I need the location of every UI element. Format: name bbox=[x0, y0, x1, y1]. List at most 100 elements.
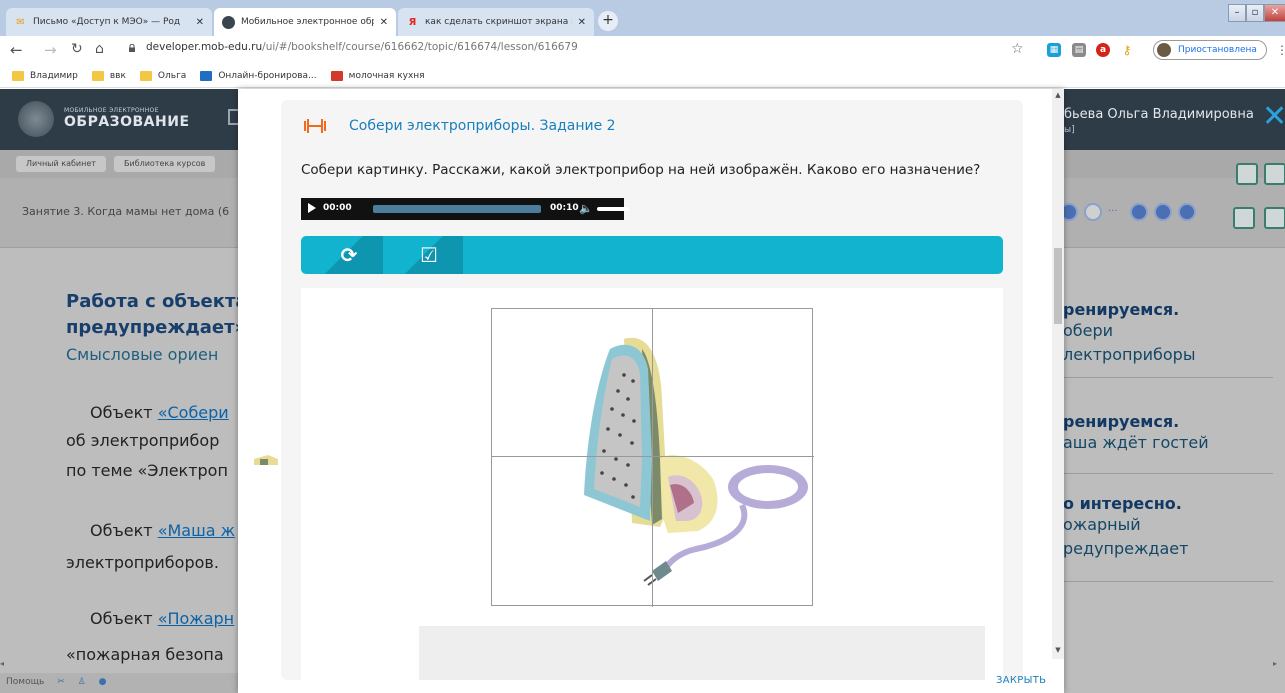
lesson-title[interactable]: Занятие 3. Когда мамы нет дома (6 bbox=[22, 205, 229, 218]
chat-icon[interactable] bbox=[1264, 207, 1285, 229]
list-item-subtitle: аша ждёт гостей bbox=[1063, 433, 1209, 452]
forward-arrow-icon[interactable]: → bbox=[44, 41, 57, 59]
breadcrumb-item[interactable]: Библиотека курсов bbox=[114, 156, 216, 172]
scroll-up-icon[interactable]: ▲ bbox=[1052, 91, 1064, 99]
bookmarks-bar: Владимир ввк Ольга Онлайн-бронирова... м… bbox=[0, 64, 1285, 88]
pieces-tray[interactable] bbox=[419, 626, 985, 680]
scroll-right-icon[interactable]: ▸ bbox=[1273, 659, 1283, 673]
browser-menu-icon[interactable]: ⋮ bbox=[1276, 43, 1285, 57]
user-icon[interactable]: ♙ bbox=[78, 677, 86, 687]
bookmark-item[interactable]: молочная кухня bbox=[330, 70, 425, 81]
lock-icon bbox=[129, 44, 135, 52]
tab-yandex-search[interactable]: Я как сделать скриншот экрана н ✕ bbox=[398, 8, 594, 36]
tab-mail[interactable]: ✉ Письмо «Доступ к МЭО» — Род ✕ bbox=[6, 8, 212, 36]
puzzle-grid-line bbox=[652, 309, 653, 607]
refresh-icon: ⟳ bbox=[340, 243, 358, 267]
page-dot[interactable] bbox=[1084, 203, 1102, 221]
site-logo-icon bbox=[18, 101, 54, 137]
scroll-thumb[interactable] bbox=[1054, 248, 1062, 324]
bookmark-item[interactable]: ввк bbox=[91, 70, 126, 81]
list-item[interactable]: о интересно. ожарный редупреждает bbox=[1063, 494, 1273, 582]
reload-icon[interactable]: ↻ bbox=[71, 41, 83, 57]
new-tab-button[interactable]: + bbox=[598, 11, 618, 31]
bookmark-item[interactable]: Онлайн-бронирова... bbox=[200, 70, 317, 81]
list-item[interactable]: ренируемся. обери лектроприборы bbox=[1063, 300, 1273, 378]
window-close-button[interactable]: ✕ bbox=[1264, 4, 1285, 22]
list-item-title: ренируемся. bbox=[1063, 300, 1180, 319]
url-input[interactable]: developer.mob-edu.ru/ui/#/bookshelf/cour… bbox=[146, 41, 578, 53]
page-dot[interactable] bbox=[1130, 203, 1148, 221]
object-link[interactable]: «Маша ж bbox=[158, 521, 235, 540]
close-icon[interactable]: ✕ bbox=[1262, 99, 1285, 134]
extension-icon[interactable]: ▤ bbox=[1072, 43, 1086, 57]
maximize-button[interactable]: ▫ bbox=[1246, 4, 1264, 22]
table-icon[interactable] bbox=[1233, 207, 1255, 229]
info-icon[interactable]: ● bbox=[99, 677, 107, 687]
tab-close-icon[interactable]: ✕ bbox=[578, 17, 586, 28]
list-item[interactable]: ренируемся. аша ждёт гостей bbox=[1063, 412, 1273, 474]
tab-mobile-education[interactable]: Мобильное электронное образ ✕ bbox=[214, 8, 396, 36]
extension-icon[interactable]: ▦ bbox=[1047, 43, 1061, 57]
brand-subtitle: МОБИЛЬНОЕ ЭЛЕКТРОННОЕ bbox=[64, 107, 159, 114]
back-arrow-icon[interactable]: ← bbox=[10, 41, 23, 59]
reset-button[interactable]: ⟳ bbox=[315, 236, 383, 274]
mail-favicon-icon: ✉ bbox=[16, 16, 25, 28]
volume-slider[interactable] bbox=[597, 207, 629, 211]
site-favicon-icon bbox=[222, 15, 235, 29]
brand-title: ОБРАЗОВАНИЕ bbox=[64, 114, 190, 130]
notes-icon[interactable] bbox=[1236, 163, 1258, 185]
puzzle-board[interactable] bbox=[491, 308, 814, 607]
tab-close-icon[interactable]: ✕ bbox=[196, 17, 204, 28]
folder-icon bbox=[139, 70, 152, 81]
bookmark-item[interactable]: Владимир bbox=[12, 70, 78, 81]
volume-icon[interactable]: 🔈 bbox=[579, 202, 593, 215]
page-last[interactable] bbox=[1178, 203, 1196, 221]
task-title: Собери электроприборы. Задание 2 bbox=[349, 118, 616, 134]
text: Объект bbox=[90, 403, 158, 422]
bookmark-item[interactable]: Ольга bbox=[139, 70, 186, 81]
object-link[interactable]: «Пожарн bbox=[158, 609, 234, 628]
play-icon[interactable] bbox=[308, 203, 316, 213]
breadcrumb-item[interactable]: Личный кабинет bbox=[16, 156, 106, 172]
puzzle-piece[interactable] bbox=[254, 453, 280, 465]
tools-icon[interactable]: ✂ bbox=[57, 677, 65, 687]
dumbbell-icon bbox=[304, 119, 326, 133]
extension-icon[interactable]: a bbox=[1096, 43, 1110, 57]
close-button[interactable]: ЗАКРЫТЬ bbox=[996, 675, 1046, 686]
footer-bar: Помощь ✂ ♙ ● bbox=[0, 673, 238, 693]
grid-icon[interactable] bbox=[1264, 163, 1285, 185]
profile-button[interactable]: Приостановлена bbox=[1153, 40, 1267, 60]
key-extension-icon[interactable]: ⚷ bbox=[1120, 43, 1134, 57]
minimize-button[interactable]: – bbox=[1228, 4, 1246, 22]
list-item-subtitle: ожарный bbox=[1063, 515, 1141, 534]
audio-progress-bar[interactable] bbox=[373, 205, 541, 213]
tab-close-icon[interactable]: ✕ bbox=[380, 17, 388, 28]
list-item-title: о интересно. bbox=[1063, 494, 1182, 513]
object-link[interactable]: «Собери bbox=[158, 403, 229, 422]
paragraph: Объект «Пожарн bbox=[90, 609, 234, 628]
task-modal: Собери электроприборы. Задание 2 Собери … bbox=[238, 89, 1064, 693]
paragraph-line: об электроприбор bbox=[66, 431, 220, 450]
paragraph-line: по теме «Электроп bbox=[66, 461, 228, 480]
window-controls: – ▫ ✕ bbox=[1228, 4, 1285, 22]
modal-scrollbar[interactable]: ▲ ▼ bbox=[1052, 89, 1064, 659]
folder-icon bbox=[91, 70, 104, 81]
audio-player[interactable]: 00:00 00:10 🔈 bbox=[301, 198, 629, 220]
paragraph-line: электроприборов. bbox=[66, 553, 219, 572]
audio-current-time: 00:00 bbox=[323, 203, 352, 213]
browser-tab-strip: ✉ Письмо «Доступ к МЭО» — Род ✕ Мобильно… bbox=[0, 0, 1285, 36]
audio-duration: 00:10 bbox=[550, 203, 579, 213]
user-name[interactable]: бьева Ольга Владимировна bbox=[1064, 107, 1254, 122]
scroll-down-icon[interactable]: ▼ bbox=[1052, 646, 1064, 654]
list-item-subtitle: лектроприборы bbox=[1063, 345, 1196, 364]
scroll-left-icon[interactable]: ◂ bbox=[0, 659, 10, 673]
task-card: Собери электроприборы. Задание 2 Собери … bbox=[281, 100, 1023, 680]
page-next[interactable] bbox=[1154, 203, 1172, 221]
home-icon[interactable]: ⌂ bbox=[95, 41, 104, 57]
check-button[interactable]: ☑ bbox=[395, 236, 463, 274]
bookmark-star-icon[interactable]: ☆ bbox=[1011, 41, 1024, 57]
pager-more[interactable]: ... bbox=[1108, 203, 1118, 214]
tab-title: Мобильное электронное образ bbox=[241, 17, 374, 27]
bookmark-label: Онлайн-бронирова... bbox=[218, 70, 317, 81]
help-label[interactable]: Помощь bbox=[6, 677, 44, 687]
